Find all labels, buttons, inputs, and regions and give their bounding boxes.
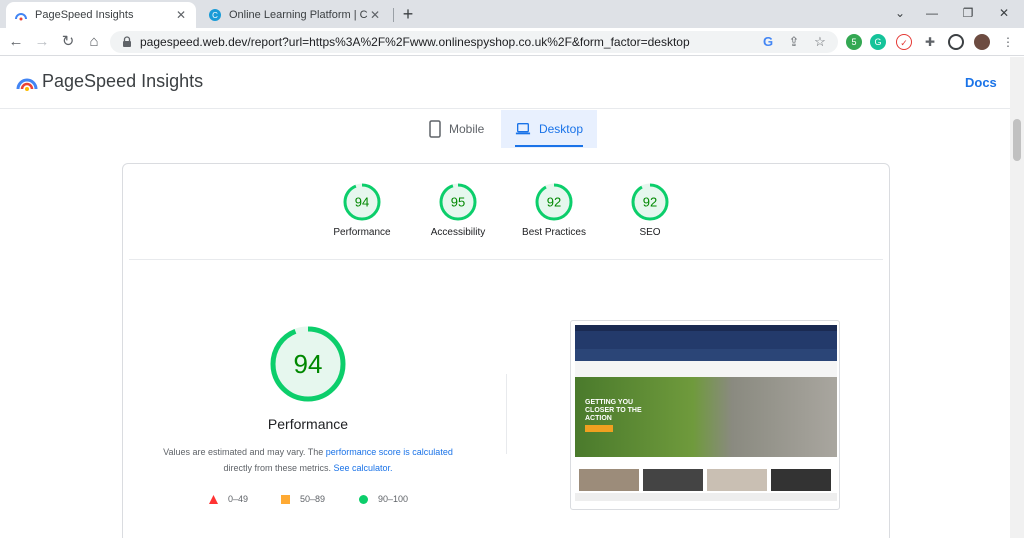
vertical-divider: [506, 374, 507, 454]
home-icon[interactable]: ⌂: [84, 32, 104, 52]
gauge-label: Accessibility: [430, 227, 486, 238]
legend-label: 90–100: [378, 494, 409, 504]
screenshot-hero: GETTING YOU CLOSER TO THE ACTION: [575, 377, 837, 457]
tab-separator: [393, 8, 394, 22]
score-gauge-seo[interactable]: 92 SEO: [595, 182, 705, 252]
browser-tab-strip: PageSpeed Insights ✕ C Online Learning P…: [0, 0, 1024, 28]
legend-label: 50–89: [300, 494, 326, 504]
gauge-score: 95: [451, 195, 465, 210]
red-triangle-icon: [209, 494, 218, 504]
screenshot-thumb: [643, 469, 703, 491]
screenshot-hero-text: GETTING YOU CLOSER TO THE ACTION: [585, 399, 642, 422]
performance-note: Values are estimated and may vary. The p…: [143, 444, 473, 476]
performance-score-link[interactable]: performance score is calculated: [326, 447, 453, 457]
big-gauge-score: 94: [294, 349, 323, 379]
scrollbar[interactable]: [1010, 57, 1024, 538]
site-favicon-icon: C: [209, 9, 221, 21]
green-circle-icon: [359, 494, 368, 504]
pagespeed-favicon-icon: [15, 13, 27, 21]
gauge-ring: 95: [439, 183, 477, 221]
pagespeed-logo-icon: [16, 78, 38, 91]
tab-title: Online Learning Platform | Corpo: [229, 9, 368, 21]
screenshot-cookie-bar: [575, 493, 837, 501]
legend-fail: 0–49: [209, 494, 248, 504]
tab-pagespeed[interactable]: PageSpeed Insights ✕: [6, 2, 196, 28]
url-text: pagespeed.web.dev/report?url=https%3A%2F…: [140, 35, 690, 49]
report-card: 94 Performance 95 Accessibility 92 Best …: [122, 163, 890, 538]
see-calculator-link[interactable]: See calculator.: [333, 463, 392, 473]
score-gauge-accessibility[interactable]: 95 Accessibility: [403, 182, 513, 252]
screenshot-thumb: [771, 469, 831, 491]
laptop-icon: [515, 123, 531, 135]
performance-big-gauge: 94: [270, 326, 346, 402]
gauge-ring: 94: [343, 183, 381, 221]
side-panel-icon[interactable]: [948, 34, 964, 50]
gauge-ring: 92: [535, 183, 573, 221]
screenshot-thumb: [707, 469, 767, 491]
screenshot-thumb: [579, 469, 639, 491]
screenshot-nav: [575, 349, 837, 361]
lock-icon: [123, 36, 131, 47]
legend-average: 50–89: [281, 494, 325, 504]
share-icon[interactable]: ⇪: [786, 34, 802, 50]
page-content: PageSpeed Insights Docs Mobile Desktop 9…: [0, 57, 1024, 538]
restore-icon[interactable]: ❐: [958, 4, 978, 22]
minimize-icon[interactable]: —: [922, 4, 942, 22]
screenshot-header: [575, 331, 837, 349]
avatar[interactable]: [974, 34, 990, 50]
gauge-label: Best Practices: [522, 227, 586, 238]
screenshot-feature-strip: [575, 361, 837, 377]
tab-title: PageSpeed Insights: [35, 9, 134, 21]
psi-header: PageSpeed Insights Docs: [0, 57, 1010, 109]
tab-desktop-label: Desktop: [538, 122, 583, 136]
page-screenshot: GETTING YOU CLOSER TO THE ACTION: [570, 320, 840, 510]
selected-tab-indicator: [515, 145, 583, 147]
screenshot-hero-button: [585, 425, 613, 432]
legend-label: 0–49: [228, 494, 249, 504]
menu-kebab-icon[interactable]: ⋮: [1000, 34, 1016, 50]
google-icon[interactable]: G: [760, 34, 776, 50]
scroll-thumb[interactable]: [1013, 119, 1021, 161]
gauge-score: 94: [355, 195, 369, 210]
legend-pass: 90–100: [359, 494, 408, 504]
tab-mobile[interactable]: Mobile: [415, 110, 501, 148]
gauge-score: 92: [643, 195, 657, 210]
back-icon[interactable]: ←: [6, 32, 26, 52]
docs-link[interactable]: Docs: [965, 75, 997, 90]
score-gauge-best-practices[interactable]: 92 Best Practices: [499, 182, 609, 252]
tab-desktop[interactable]: Desktop: [501, 110, 597, 148]
performance-title: Performance: [267, 416, 349, 432]
forward-icon[interactable]: →: [32, 32, 52, 52]
tab-search-icon[interactable]: ⌄: [890, 4, 910, 22]
extensions-puzzle-icon[interactable]: ✚: [922, 34, 938, 50]
mobile-phone-icon: [429, 120, 441, 138]
gauge-score: 92: [547, 195, 561, 210]
grammarly-icon[interactable]: G: [870, 34, 886, 50]
browser-toolbar: ← → ↻ ⌂ pagespeed.web.dev/report?url=htt…: [0, 28, 1024, 56]
new-tab-icon[interactable]: +: [398, 4, 418, 24]
gauge-label: Performance: [333, 227, 391, 238]
svg-text:C: C: [212, 11, 218, 20]
reload-icon[interactable]: ↻: [58, 32, 78, 52]
extension-icon[interactable]: 5: [846, 34, 862, 50]
pdf-extension-icon[interactable]: ✓: [896, 34, 912, 50]
divider: [129, 259, 883, 260]
bookmark-star-icon[interactable]: ☆: [812, 34, 828, 50]
close-icon[interactable]: ✕: [368, 8, 382, 22]
note-text: directly from these metrics.: [223, 463, 334, 473]
tab-online-learning[interactable]: C Online Learning Platform | Corpo ✕: [200, 2, 390, 28]
gauge-label: SEO: [639, 227, 661, 238]
address-bar[interactable]: pagespeed.web.dev/report?url=https%3A%2F…: [110, 31, 838, 53]
orange-square-icon: [281, 494, 290, 504]
gauge-ring: 92: [631, 183, 669, 221]
note-text: Values are estimated and may vary. The: [163, 447, 326, 457]
close-icon[interactable]: ✕: [174, 8, 188, 22]
window-close-icon[interactable]: ✕: [994, 4, 1014, 22]
app-title: PageSpeed Insights: [42, 71, 204, 91]
score-gauge-performance[interactable]: 94 Performance: [307, 182, 417, 252]
tab-mobile-label: Mobile: [449, 122, 485, 136]
